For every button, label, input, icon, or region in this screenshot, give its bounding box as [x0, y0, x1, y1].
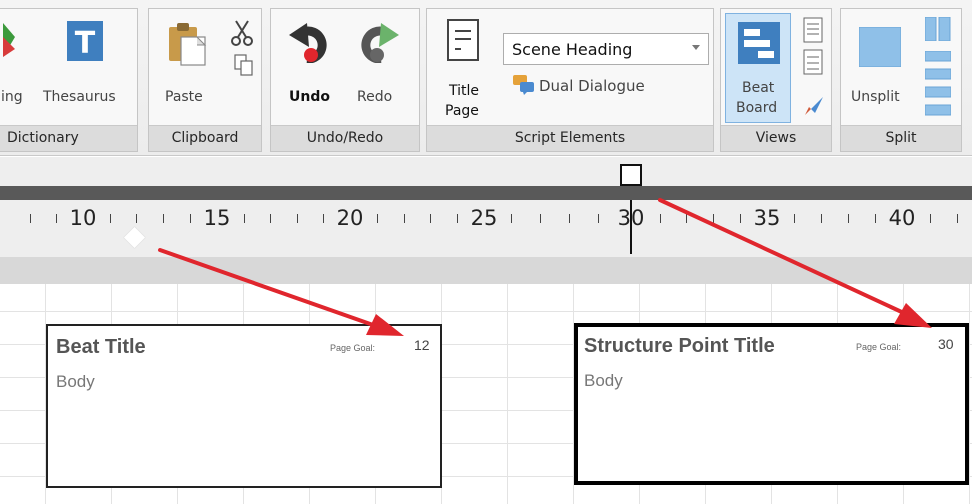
ruler-tick [56, 214, 57, 223]
ruler-tick [297, 214, 298, 223]
svg-text:T: T [75, 26, 96, 61]
ruler-tick [540, 214, 541, 223]
spelling-button-label[interactable]: ing [1, 89, 23, 105]
ruler-tick [957, 214, 958, 223]
ruler-label-35: 35 [753, 206, 781, 230]
group-clipboard: Paste Clipboard [148, 8, 262, 152]
ruler-tick [377, 214, 378, 223]
ruler-label-15: 15 [203, 206, 231, 230]
ruler-label-20: 20 [336, 206, 364, 230]
structure-point-card-page-goal-label: Page Goal: [856, 342, 902, 352]
ruler-tick [511, 214, 512, 223]
chevron-down-icon [692, 45, 700, 50]
unsplit-icon[interactable] [859, 27, 901, 67]
beat-card-page-goal-value[interactable]: 12 [414, 337, 430, 353]
ruler-tick [686, 214, 687, 223]
ruler-tick [457, 214, 458, 223]
redo-button-label[interactable]: Redo [357, 89, 392, 105]
beat-board-button[interactable]: Beat Board [725, 13, 791, 123]
group-label-split: Split [841, 125, 961, 151]
ruler-label-40: 40 [888, 206, 916, 230]
ruler-tick [598, 214, 599, 223]
group-label-clipboard: Clipboard [149, 125, 261, 151]
undo-icon[interactable] [289, 23, 331, 63]
beat-board-label-line2: Board [736, 100, 778, 116]
ruler-tick [30, 214, 31, 223]
group-label-dictionary: Dictionary [0, 125, 137, 151]
unsplit-button-label[interactable]: Unsplit [851, 89, 900, 105]
group-script-elements: Title Page Scene Heading Dual Dialogue S… [426, 8, 714, 152]
ruler-tick [875, 214, 876, 223]
ruler-track [0, 186, 972, 200]
dual-dialogue-label[interactable]: Dual Dialogue [539, 77, 645, 95]
split-horizontal-icon[interactable] [925, 51, 951, 119]
group-dictionary: ing T Thesaurus Dictionary [0, 8, 138, 152]
ruler-tick [821, 214, 822, 223]
structure-point-line [630, 200, 632, 254]
ruler-tick [660, 214, 661, 223]
beat-board-label-line1: Beat [742, 80, 775, 96]
title-page-icon[interactable] [447, 19, 479, 61]
ruler-tick [930, 214, 931, 223]
beat-card-title[interactable]: Beat Title [56, 336, 146, 359]
spelling-icon[interactable] [3, 23, 17, 57]
structure-point-card-body[interactable]: Body [584, 371, 623, 391]
outline-view-icon[interactable] [803, 49, 823, 75]
ruler-tick [190, 214, 191, 223]
ruler-tick [270, 214, 271, 223]
ruler-label-25: 25 [470, 206, 498, 230]
ruler-tick [323, 214, 324, 223]
beat-card-body[interactable]: Body [56, 372, 95, 392]
dual-dialogue-icon[interactable] [513, 75, 535, 95]
ruler-label-10: 10 [69, 206, 97, 230]
split-vertical-icon[interactable] [925, 17, 951, 41]
script-element-select[interactable]: Scene Heading [503, 33, 709, 65]
copy-icon[interactable] [233, 53, 255, 77]
structure-point-marker[interactable] [620, 164, 642, 186]
ruler-tick [404, 214, 405, 223]
ruler-tick [569, 214, 570, 223]
ruler-tick [740, 214, 741, 223]
ruler-tick [794, 214, 795, 223]
paste-button-label[interactable]: Paste [165, 89, 203, 105]
thesaurus-button-label[interactable]: Thesaurus [43, 89, 116, 105]
paste-icon[interactable] [167, 21, 207, 67]
group-views: Beat Board Views [720, 8, 832, 152]
ruler-tick [110, 214, 111, 223]
rocket-icon[interactable] [803, 95, 825, 117]
ruler-tick [848, 214, 849, 223]
ruler-tick [430, 214, 431, 223]
cut-icon[interactable] [231, 19, 253, 47]
group-split: Unsplit Split [840, 8, 962, 152]
ruler-tick [713, 214, 714, 223]
ruler-tick [244, 214, 245, 223]
script-view-icon[interactable] [803, 17, 823, 43]
beat-card[interactable]: Beat Title Body Page Goal: 12 [46, 324, 442, 488]
ruler-tick [136, 214, 137, 223]
structure-point-card-page-goal-value[interactable]: 30 [938, 336, 954, 352]
structure-point-card-title[interactable]: Structure Point Title [584, 335, 775, 358]
group-label-undo-redo: Undo/Redo [271, 125, 419, 151]
structure-point-card[interactable]: Structure Point Title Body Page Goal: 30 [574, 323, 969, 485]
beat-board-icon [738, 22, 780, 64]
beat-card-page-goal-label: Page Goal: [330, 343, 376, 353]
thesaurus-icon[interactable]: T [67, 21, 103, 61]
title-page-label-line1[interactable]: Title [449, 83, 479, 99]
group-label-script-elements: Script Elements [427, 125, 713, 151]
redo-icon[interactable] [357, 23, 399, 63]
ribbon: ing T Thesaurus Dictionary Paste Clipboa… [0, 0, 972, 156]
timeline-bar [0, 257, 972, 284]
title-page-label-line2[interactable]: Page [445, 103, 479, 119]
group-label-views: Views [721, 125, 831, 151]
script-element-select-value: Scene Heading [512, 40, 633, 59]
ruler-tick [163, 214, 164, 223]
undo-button-label[interactable]: Undo [289, 89, 330, 105]
group-undo-redo: Undo Redo Undo/Redo [270, 8, 420, 152]
